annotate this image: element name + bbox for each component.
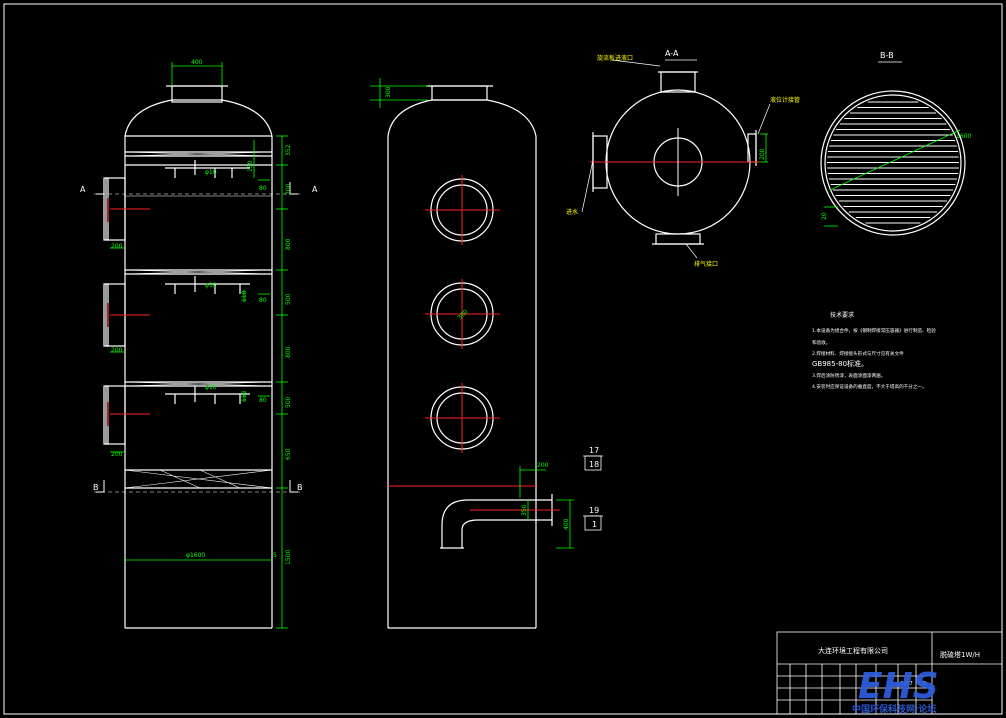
notes-title: 技术要求 <box>830 311 854 319</box>
bb-diag-dim-text: 1600 <box>956 133 971 140</box>
dim-small-2: 80 <box>259 297 267 304</box>
note-line: 1.本设备为组合件，按《钢制焊接常压容器》进行制造、检验 <box>812 327 936 334</box>
dim-left-2: 200 <box>111 347 123 354</box>
dim-small-5: 110 <box>241 390 248 402</box>
dim-right-3: 800 <box>285 238 292 250</box>
dim-right-5: 800 <box>285 346 292 358</box>
section-a-label-left: A <box>80 185 86 194</box>
section-aa-title: A-A <box>665 49 679 58</box>
dim-small-3: 80 <box>259 397 267 404</box>
left-dimension-lines <box>110 62 288 629</box>
note-line: 2.焊接材料、焊接接头形式与尺寸见有关文件 <box>812 350 904 357</box>
dim-right-6: 500 <box>285 396 292 408</box>
watermark-subtitle: 中国环保科技网·论坛 <box>852 703 936 715</box>
dim-small-4: 110 <box>241 290 248 302</box>
dim-right-8: 1500 <box>285 550 292 565</box>
section-aa-view <box>592 71 757 245</box>
dim-small-1: 80 <box>259 185 267 192</box>
nozzle-label-2: φ10 <box>205 282 217 289</box>
dim-left-1: 200 <box>111 243 123 250</box>
note-line: 3.焊后涂防锈漆，表面涂面漆两遍。 <box>812 372 885 379</box>
ref-tag-bottom-1: 18 <box>589 460 599 469</box>
note-line: GB985-80标准。 <box>812 359 868 368</box>
notes-text: 1.本设备为组合件，按《钢制焊接常压容器》进行制造、检验 和验收。 2.焊接材料… <box>812 327 936 390</box>
dim-diameter: φ1600 <box>186 552 205 559</box>
ref-tag-top-1: 17 <box>589 446 599 455</box>
dim-small-6: 150 <box>247 160 254 172</box>
dim-right-1: 352 <box>285 144 292 156</box>
dim-left-3: 200 <box>111 451 123 458</box>
aa-label-bottom: 排气接口 <box>694 260 718 268</box>
middle-top-dim: 300 <box>385 86 392 98</box>
dim-bottom-small: 5 <box>273 552 277 559</box>
bb-small-dim-text: 20 <box>821 212 828 220</box>
drawing-canvas: A A B B 400 φ1600 200 200 200 φ10 φ10 φ1… <box>3 3 1003 715</box>
sheet-border <box>3 3 1003 715</box>
ref-tag-top-2: 19 <box>589 506 599 515</box>
ehs-watermark: EHS 中国环保科技网·论坛 <box>852 666 939 715</box>
pipe-dim-3: 400 <box>563 518 570 530</box>
pipe-dim-1: 200 <box>537 462 549 469</box>
nozzle-label-1: φ10 <box>205 169 217 176</box>
section-b-label-right: B <box>297 483 303 492</box>
tower-dome <box>124 99 273 137</box>
pipe-dim-2: 350 <box>521 504 528 516</box>
watermark-logo: EHS <box>858 666 939 707</box>
section-a-label-right: A <box>312 185 318 194</box>
bb-diag-dim-line <box>829 129 961 191</box>
note-line: 和验收。 <box>812 339 830 346</box>
section-b-label-left: B <box>93 483 99 492</box>
dim-top-width: 400 <box>191 59 203 66</box>
note-line: 4.安装时应保证设备的垂直度，不大于塔高的千分之一。 <box>812 383 927 390</box>
middle-dimension-lines <box>370 78 574 549</box>
middle-top-nozzle <box>431 85 488 101</box>
nozzle-label-3: φ10 <box>205 384 217 391</box>
dim-right-7: 650 <box>285 448 292 460</box>
middle-window-dim: 300 <box>456 308 469 321</box>
section-bb-title: B-B <box>880 51 894 60</box>
dim-right-4: 500 <box>285 293 292 305</box>
title-drawing-name: 脱硫塔1W/H <box>940 650 980 659</box>
middle-tower-view <box>387 85 553 629</box>
aa-label-left: 进水 <box>566 208 578 216</box>
aa-label-right: 液位计接管 <box>770 96 800 104</box>
left-red-centerlines <box>107 198 150 426</box>
aa-label-top: 旋流板进液口 <box>597 54 633 62</box>
ref-tag-bottom-2: 1 <box>592 520 597 529</box>
title-company: 大连环境工程有限公司 <box>818 646 888 655</box>
dim-right-2: 700 <box>285 183 292 195</box>
cad-drawing-sheet: A A B B 400 φ1600 200 200 200 φ10 φ10 φ1… <box>0 0 1006 718</box>
aa-dim-text: 200 <box>759 148 766 160</box>
bb-grating-lines <box>827 101 959 224</box>
